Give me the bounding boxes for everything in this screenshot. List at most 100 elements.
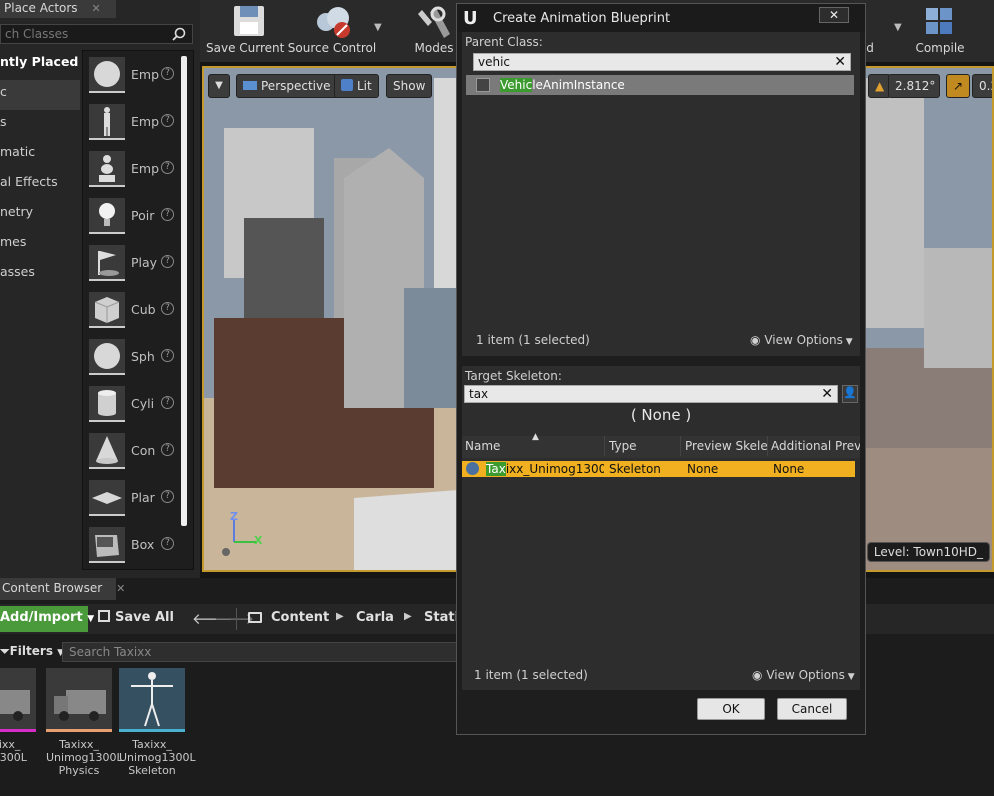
close-button[interactable]: ✕ [819,7,849,23]
category-item[interactable]: al Effects [0,170,80,200]
actor-item[interactable]: Cub? [89,290,179,330]
view-options-label: View Options [766,668,845,682]
category-item[interactable]: c [0,80,80,110]
scale-snap-icon: ↗ [953,79,964,93]
actor-item[interactable]: Sph? [89,337,179,377]
clear-icon[interactable]: ✕ [834,54,846,70]
chevron-down-icon[interactable]: ▼ [894,22,902,33]
filters-button[interactable]: ⏷Filters ▼ [0,644,64,659]
help-icon[interactable]: ? [161,537,174,550]
search-icon[interactable] [172,27,186,41]
actor-item[interactable]: Play? [89,243,179,283]
category-item[interactable]: netry [0,200,80,230]
source-control-label: Source Control [287,41,377,55]
asset-tile[interactable]: Taxixx_ Unimog1300L Skeleton [119,668,196,777]
scale-snap-label: 0.2 [979,79,992,93]
close-icon[interactable]: ✕ [92,2,101,15]
ok-button[interactable]: OK [697,698,765,720]
perspective-button[interactable]: Perspective [236,74,338,98]
pawn-icon [89,151,125,187]
parent-class-search-input[interactable]: vehic ✕ [473,53,851,71]
show-button[interactable]: Show [386,74,433,98]
column-preview-skeleton[interactable]: Preview Skeleta [682,436,768,456]
rotation-snap-value[interactable]: 2.812° [888,74,940,98]
search-classes-input[interactable]: ch Classes [0,24,193,44]
content-browser-tab[interactable]: Content Browser ✕ [0,578,125,600]
actor-item[interactable]: Emp? [89,149,179,189]
skeleton-search-input[interactable]: tax ✕ [464,385,838,403]
lit-button[interactable]: Lit [334,74,379,98]
chevron-down-icon[interactable]: ▼ [374,22,382,33]
dialog-title-bar[interactable]: U Create Animation Blueprint ✕ [457,4,865,32]
add-import-button[interactable]: Add/Import ▼ [0,606,94,632]
actor-label: Emp [131,161,160,176]
asset-tile[interactable]: axixx_ og1300L [0,668,36,764]
source-control-button[interactable]: Source Control [286,0,378,62]
compile-button[interactable]: Compile [912,0,968,62]
save-all-button[interactable]: Save All [98,610,174,625]
chevron-right-icon[interactable]: ▶ [336,611,344,622]
chevron-right-icon[interactable]: ▶ [404,611,412,622]
actor-item[interactable]: Emp? [89,102,179,142]
modes-button[interactable]: Modes [408,0,460,62]
help-icon[interactable]: ? [161,67,174,80]
actor-item[interactable]: Cyli? [89,384,179,424]
category-item[interactable]: matic [0,140,80,170]
help-icon[interactable]: ? [161,396,174,409]
category-item[interactable]: ntly Placed [0,50,80,80]
actor-list-scrollbar[interactable] [181,56,187,526]
view-options-button[interactable]: ◉ View Options ▼ [750,333,853,347]
camera-icon [243,81,257,90]
rotation-snap-label: 2.812° [895,79,936,93]
anim-instance-icon [476,78,490,92]
help-icon[interactable]: ? [161,490,174,503]
clear-icon[interactable]: ✕ [821,386,833,402]
actor-label: Play [131,255,158,270]
category-item[interactable]: s [0,110,80,140]
result-rest: leAnimInstance [532,78,625,92]
actor-item[interactable]: Poir? [89,196,179,236]
search-assets-input[interactable]: Search Taxixx [62,642,482,662]
category-item[interactable]: asses [0,260,80,290]
column-name[interactable]: Name [462,436,605,456]
filter-icon: ⏷ [0,644,10,658]
close-icon[interactable]: ✕ [116,582,125,595]
actor-item[interactable]: Plar? [89,478,179,518]
chevron-down-icon: ▼ [844,672,855,682]
view-options-button[interactable]: ◉ View Options ▼ [752,668,855,682]
cancel-button[interactable]: Cancel [777,698,847,720]
column-type[interactable]: Type [606,436,681,456]
asset-tile[interactable]: Taxixx_ Unimog1300L Physics [46,668,123,777]
user-icon[interactable]: 👤 [842,385,858,403]
skeleton-table-row[interactable]: Taxixx_Unimog1300L Skeleton None None [462,461,855,477]
scale-snap-toggle[interactable]: ↗ [946,74,971,98]
asset-name-line: Taxixx_ [132,738,172,751]
actor-item[interactable]: Box? [89,525,179,565]
rotation-snap-icon: ▲ [875,79,885,93]
breadcrumb-item[interactable]: Carla [356,610,394,625]
place-actors-tab[interactable]: Place Actors ✕ [0,0,116,18]
asset-name-line: axixx_ [0,738,21,751]
help-icon[interactable]: ? [161,114,174,127]
actor-label: Sph [131,349,155,364]
column-additional-preview[interactable]: Additional Prev [768,436,860,456]
help-icon[interactable]: ? [161,349,174,362]
actor-item[interactable]: Emp? [89,55,179,95]
help-icon[interactable]: ? [161,302,174,315]
place-actors-tab-label: Place Actors [4,1,78,15]
help-icon[interactable]: ? [161,161,174,174]
help-icon[interactable]: ? [161,208,174,221]
breadcrumb-item[interactable]: Stati [424,610,459,625]
actor-item[interactable]: Con? [89,431,179,471]
category-item[interactable]: mes [0,230,80,260]
scale-snap-value[interactable]: 0.2 [972,74,992,98]
save-current-button[interactable]: Save Current [206,0,284,62]
help-icon[interactable]: ? [161,443,174,456]
breadcrumb-item[interactable]: Content [271,610,329,625]
viewport-options-button[interactable]: ▼ [208,74,230,98]
skeleton-icon [119,668,185,732]
parent-class-section: Parent Class: vehic ✕ VehicleAnimInstanc… [462,32,860,356]
help-icon[interactable]: ? [161,255,174,268]
parent-class-result-row[interactable]: VehicleAnimInstance [466,75,854,95]
actor-label: Poir [131,208,155,223]
